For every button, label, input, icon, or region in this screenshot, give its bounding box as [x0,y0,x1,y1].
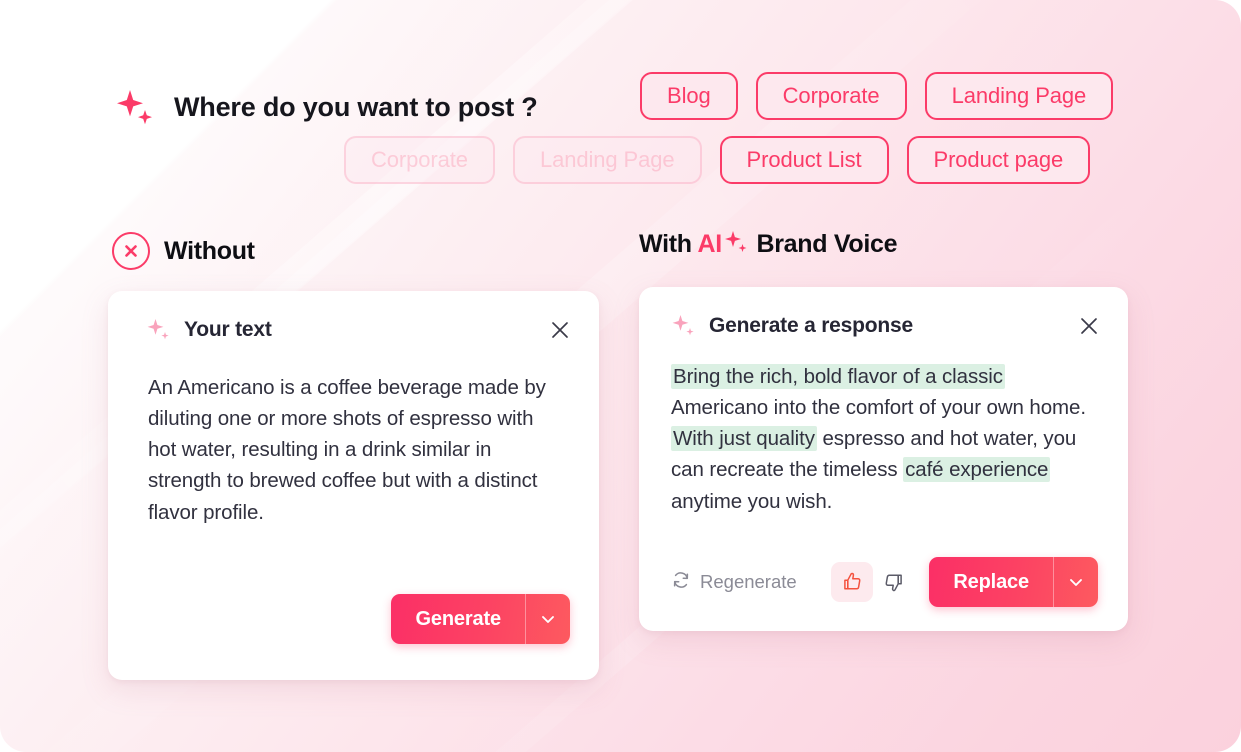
highlighted-text: With just quality [671,426,817,452]
regenerate-button[interactable]: Regenerate [671,570,797,595]
tag-row-2: Corporate Landing Page Product List Prod… [344,136,1091,184]
thumbs-up-icon[interactable] [831,562,874,602]
card-header: Generate a response [639,287,1128,339]
sparkle-icon [112,84,158,130]
generate-button[interactable]: Generate [391,594,570,644]
column-heading-without: Without [112,232,255,270]
card-title: Your text [184,318,272,341]
generate-response-card: Generate a response Bring the rich, bold… [639,287,1128,631]
your-text-card: Your text An Americano is a coffee bever… [108,291,599,680]
column-title-without: Without [164,236,255,265]
card-title: Generate a response [709,314,913,337]
tag-chip-product-list[interactable]: Product List [719,136,889,184]
heading-accent-ai: AI [697,230,722,258]
replace-button[interactable]: Replace [929,557,1098,607]
card-body-text: An Americano is a coffee beverage made b… [148,376,546,524]
page-title: Where do you want to post ? [174,91,538,122]
question-block: Where do you want to post ? [0,66,538,130]
generate-button-label: Generate [415,607,501,630]
left-card-actions: Generate [391,594,570,644]
highlighted-text: Bring the rich, bold flavor of a classic [671,364,1005,389]
app-canvas: Where do you want to post ? Blog Corpora… [0,0,1241,752]
sparkle-icon [146,317,172,343]
body-text: Americano into the comfort of your own h… [671,396,1086,420]
column-heading-with-ai: With AI Brand Voice [639,229,898,259]
tag-chip-landing-page[interactable]: Landing Page [924,72,1114,120]
column-title-with-ai: With AI Brand Voice [639,229,898,259]
sparkle-icon [671,313,697,339]
card-body-text: Bring the rich, bold flavor of a classic… [639,339,1128,517]
circle-x-icon [112,232,150,270]
thumbs-down-icon[interactable] [873,562,915,602]
replace-button-label: Replace [953,570,1029,593]
heading-suffix: Brand Voice [749,230,898,258]
highlighted-text: café experience [903,457,1051,483]
tag-chip-corporate-faded[interactable]: Corporate [344,136,495,184]
close-icon[interactable] [1076,313,1102,339]
chevron-down-icon[interactable] [1054,557,1098,607]
chevron-down-icon[interactable] [526,594,570,644]
body-text: anytime you wish. [671,489,833,513]
tag-chip-landing-page-faded[interactable]: Landing Page [512,136,702,184]
tag-chip-product-page[interactable]: Product page [906,136,1091,184]
tag-row-1: Blog Corporate Landing Page [640,72,1114,120]
tag-chip-blog[interactable]: Blog [640,72,738,120]
response-actions: Regenerate Replace [671,557,1098,607]
card-header: Your text [108,291,599,343]
tag-chip-corporate[interactable]: Corporate [755,72,907,120]
regenerate-label: Regenerate [700,571,797,592]
refresh-icon [671,570,691,595]
heading-prefix: With [639,230,698,258]
close-icon[interactable] [547,317,573,343]
sparkle-icon [723,229,749,255]
